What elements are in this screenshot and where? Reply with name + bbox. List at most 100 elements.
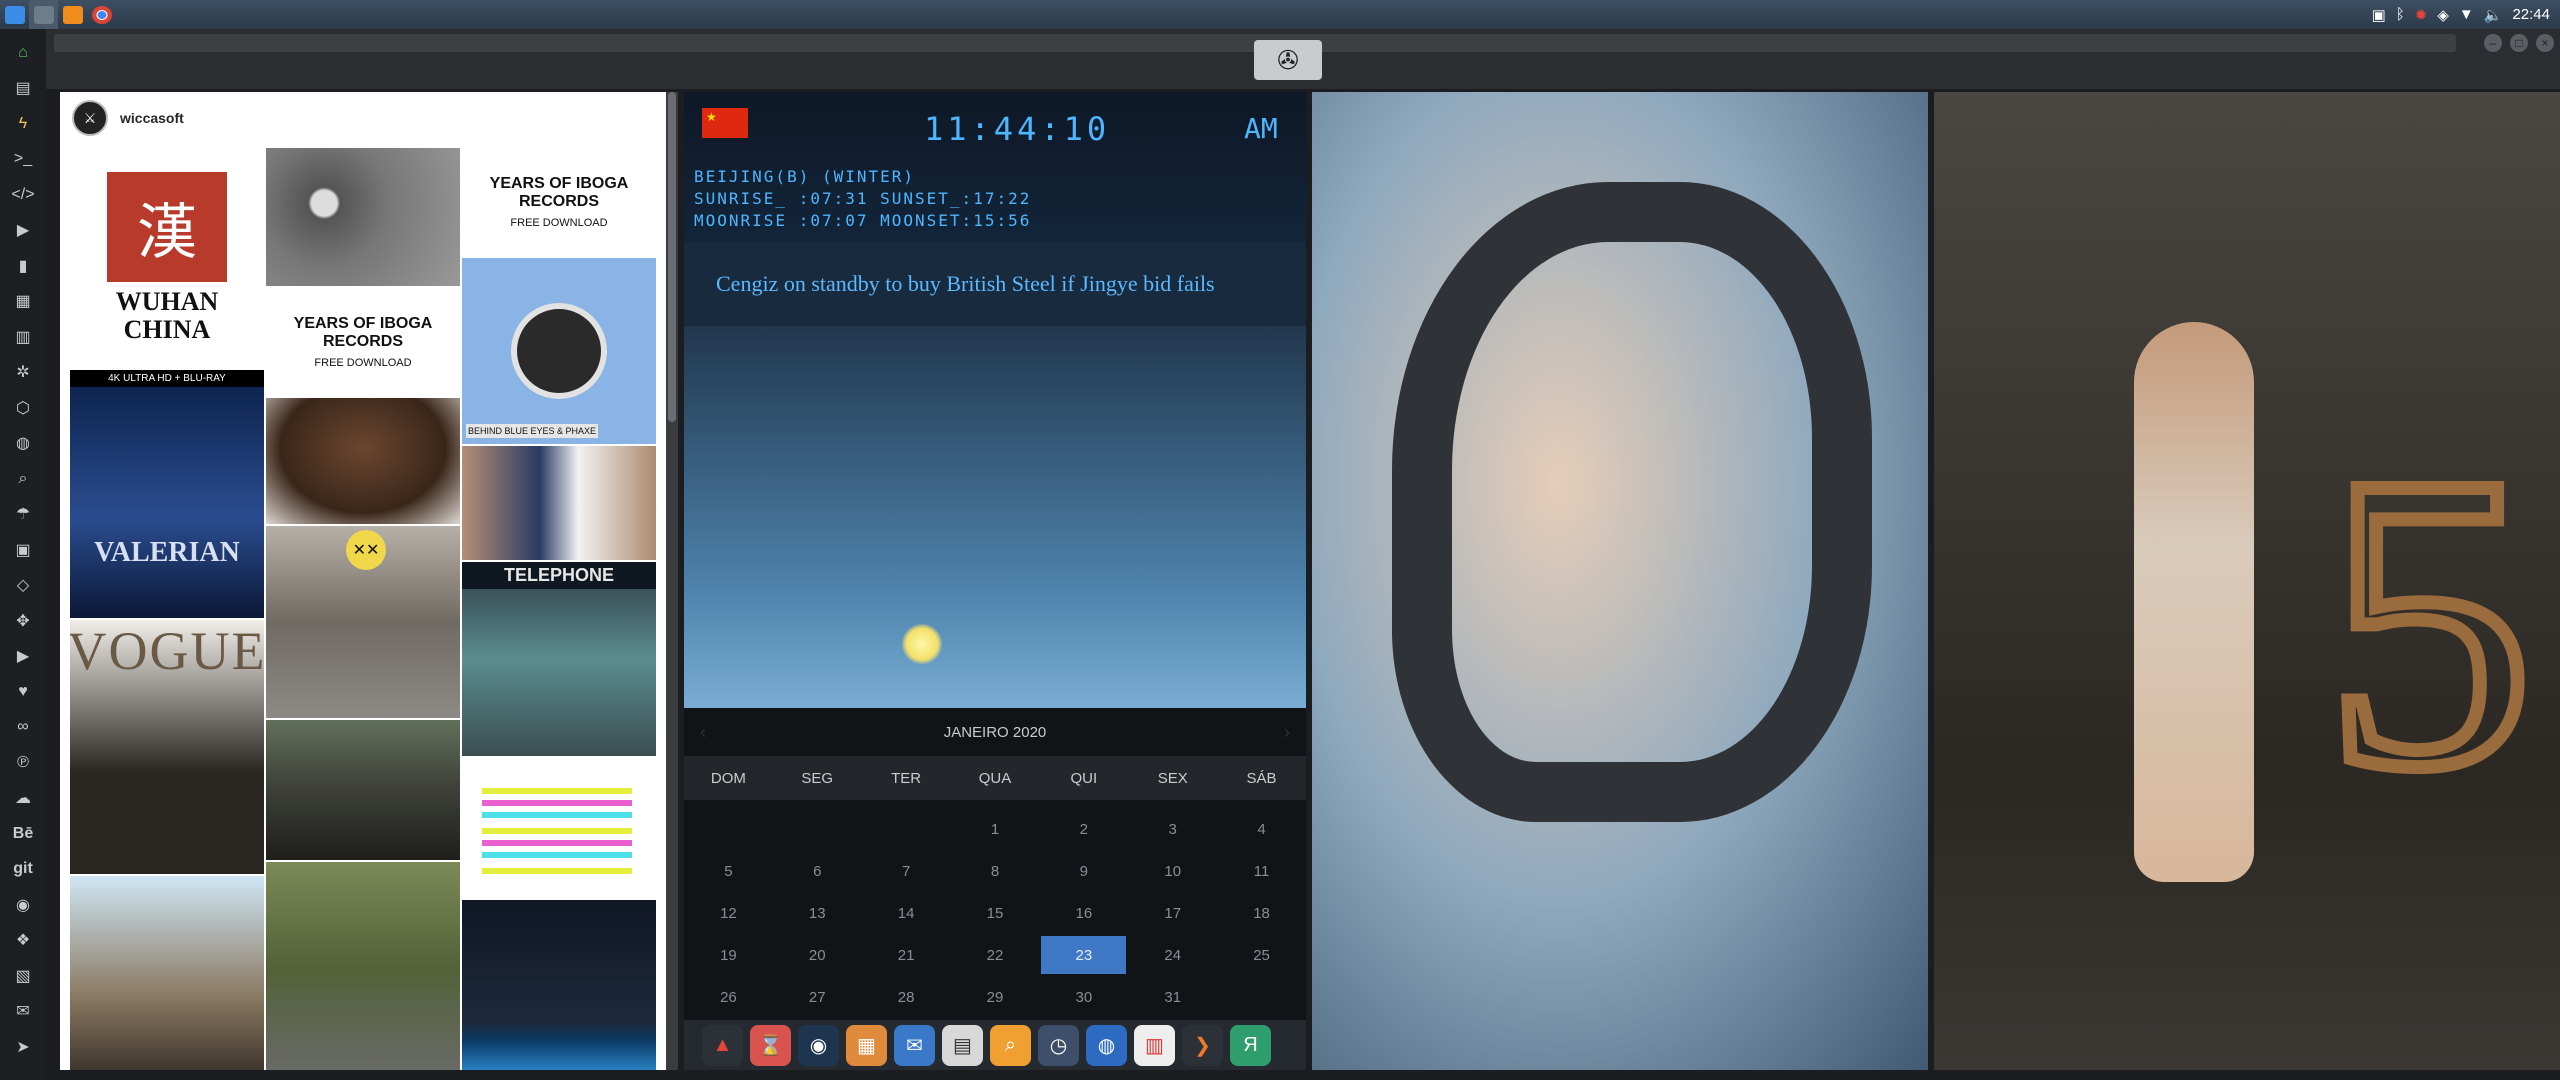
calendar-day[interactable]: 17 bbox=[1128, 892, 1217, 934]
prev-month-icon[interactable]: ‹ bbox=[700, 722, 706, 743]
github-icon[interactable]: ◉ bbox=[0, 887, 46, 923]
document-icon[interactable]: ▤ bbox=[0, 71, 46, 107]
calendar-day[interactable]: 6 bbox=[773, 850, 862, 892]
clock-text[interactable]: 22:44 bbox=[2512, 6, 2550, 23]
calendar-day[interactable]: 10 bbox=[1128, 850, 1217, 892]
globe-app-icon[interactable]: ◍ bbox=[1086, 1024, 1127, 1066]
hourglass-app-icon[interactable]: ⌛ bbox=[750, 1024, 791, 1066]
calendar-icon[interactable]: ▥ bbox=[0, 319, 46, 355]
feed-scrollbar[interactable] bbox=[666, 92, 678, 1070]
bolt-icon[interactable]: ϟ bbox=[0, 106, 46, 142]
post-biker-1[interactable] bbox=[70, 876, 264, 1070]
post-virus[interactable] bbox=[266, 148, 460, 286]
forward-app-icon[interactable]: ❯ bbox=[1182, 1024, 1223, 1066]
globe-icon[interactable]: ◍ bbox=[0, 426, 46, 462]
rebel-alliance-icon[interactable]: ✇ bbox=[1254, 40, 1322, 80]
calendar-day[interactable]: 31 bbox=[1128, 976, 1217, 1018]
dropbox-icon[interactable]: ◈ bbox=[2437, 6, 2449, 24]
post-iboga-1[interactable]: YEARS OF IBOGA RECORDS FREE DOWNLOAD bbox=[266, 288, 460, 396]
calendar-day[interactable]: 25 bbox=[1217, 934, 1306, 976]
map-icon[interactable]: ▧ bbox=[0, 958, 46, 994]
calendar-day[interactable]: 27 bbox=[773, 976, 862, 1018]
post-street[interactable]: ✕✕ bbox=[266, 526, 460, 718]
post-telephone[interactable]: TELEPHONE bbox=[462, 562, 656, 756]
maximize-button[interactable]: □ bbox=[2510, 34, 2528, 52]
calendar-day-today[interactable]: 23 bbox=[1041, 936, 1127, 974]
pinterest-icon[interactable]: ℗ bbox=[0, 745, 46, 781]
calendar-day[interactable]: 15 bbox=[951, 892, 1040, 934]
calendar-day[interactable]: 30 bbox=[1039, 976, 1128, 1018]
search-app-icon[interactable]: ⌕ bbox=[990, 1024, 1031, 1066]
yandex-app-icon[interactable]: Я bbox=[1230, 1024, 1271, 1066]
alert-icon[interactable]: ✹ bbox=[2415, 6, 2428, 24]
calendar-day[interactable]: 8 bbox=[951, 850, 1040, 892]
calendar-day[interactable]: 7 bbox=[862, 850, 951, 892]
calendar-app-icon[interactable]: ▥ bbox=[1134, 1024, 1175, 1066]
file-manager-launcher[interactable] bbox=[0, 0, 29, 29]
post-bezos[interactable] bbox=[462, 446, 656, 560]
calendar-day[interactable]: 4 bbox=[1217, 808, 1306, 850]
hexagon-icon[interactable]: ⬡ bbox=[0, 390, 46, 426]
calendar-day[interactable]: 2 bbox=[1039, 808, 1128, 850]
infinity-icon[interactable]: ∞ bbox=[0, 710, 46, 746]
calendar-day[interactable]: 12 bbox=[684, 892, 773, 934]
bluetooth-icon[interactable]: ᛒ bbox=[2396, 6, 2405, 23]
news-headline[interactable]: Cengiz on standby to buy British Steel i… bbox=[684, 242, 1306, 326]
cubes-icon[interactable]: ❖ bbox=[0, 923, 46, 959]
send-icon[interactable]: ➤ bbox=[0, 1029, 46, 1065]
clock-app-icon[interactable]: ◷ bbox=[1038, 1024, 1079, 1066]
chrome-launcher[interactable] bbox=[87, 0, 116, 29]
tag-icon[interactable]: ◇ bbox=[0, 568, 46, 604]
sublime-launcher[interactable] bbox=[58, 0, 87, 29]
photos-app-icon[interactable]: ▦ bbox=[846, 1024, 887, 1066]
gear-icon[interactable]: ✲ bbox=[0, 355, 46, 391]
post-motorbike[interactable] bbox=[266, 720, 460, 860]
wifi-icon[interactable]: ▼ bbox=[2459, 6, 2474, 23]
calendar-day[interactable]: 16 bbox=[1039, 892, 1128, 934]
post-wuhan[interactable]: 漢 WUHAN CHINA bbox=[70, 148, 264, 368]
screenshot-icon[interactable]: ▣ bbox=[2372, 6, 2386, 24]
mail-icon[interactable]: ✉ bbox=[0, 994, 46, 1030]
calendar-day[interactable]: 18 bbox=[1217, 892, 1306, 934]
calendar-day[interactable]: 29 bbox=[951, 976, 1040, 1018]
behance-icon[interactable]: Bē bbox=[0, 816, 46, 852]
play-icon[interactable]: ▶ bbox=[0, 213, 46, 249]
image-icon[interactable]: ▦ bbox=[0, 284, 46, 320]
minimize-button[interactable]: – bbox=[2484, 34, 2502, 52]
heart-icon[interactable]: ♥ bbox=[0, 674, 46, 710]
calendar-day[interactable]: 28 bbox=[862, 976, 951, 1018]
post-valerian[interactable]: 4K ULTRA HD + BLU-RAY VALERIAN bbox=[70, 370, 264, 618]
calendar-day[interactable]: 26 bbox=[684, 976, 773, 1018]
expand-icon[interactable]: ✥ bbox=[0, 603, 46, 639]
umbrella-icon[interactable]: ☂ bbox=[0, 497, 46, 533]
warning-app-icon[interactable]: ▲ bbox=[702, 1024, 743, 1066]
search-icon[interactable]: ⌕ bbox=[0, 461, 46, 497]
youtube-icon[interactable]: ▶ bbox=[0, 639, 46, 675]
calendar-day[interactable]: 20 bbox=[773, 934, 862, 976]
post-gantt-chart[interactable] bbox=[462, 758, 656, 898]
notes-app-icon[interactable]: ▤ bbox=[942, 1024, 983, 1066]
scrollbar-thumb[interactable] bbox=[668, 92, 676, 422]
post-rihanna[interactable] bbox=[266, 398, 460, 524]
calendar-day[interactable]: 24 bbox=[1128, 934, 1217, 976]
calendar-day[interactable]: 22 bbox=[951, 934, 1040, 976]
calendar-day[interactable]: 9 bbox=[1039, 850, 1128, 892]
post-chopper[interactable] bbox=[266, 862, 460, 1070]
post-iboga-2[interactable]: YEARS OF IBOGA RECORDS FREE DOWNLOAD bbox=[462, 148, 656, 256]
git-icon[interactable]: git bbox=[0, 852, 46, 888]
calendar-day[interactable]: 1 bbox=[951, 808, 1040, 850]
next-month-icon[interactable]: › bbox=[1284, 722, 1290, 743]
username[interactable]: wiccasoft bbox=[120, 110, 184, 126]
terminal-icon[interactable]: >_ bbox=[0, 142, 46, 178]
volume-icon[interactable]: 🔈 bbox=[2484, 6, 2503, 24]
contact-icon[interactable]: ▣ bbox=[0, 532, 46, 568]
post-night-sky[interactable] bbox=[462, 900, 656, 1070]
calendar-day[interactable]: 13 bbox=[773, 892, 862, 934]
calendar-day[interactable]: 5 bbox=[684, 850, 773, 892]
planet-app-icon[interactable]: ◉ bbox=[798, 1024, 839, 1066]
calendar-day[interactable]: 14 bbox=[862, 892, 951, 934]
home-icon[interactable]: ⌂ bbox=[0, 35, 46, 71]
cloud-icon[interactable]: ☁ bbox=[0, 781, 46, 817]
post-blue-eyes[interactable]: BEHIND BLUE EYES & PHAXE bbox=[462, 258, 656, 444]
calendar-day[interactable]: 3 bbox=[1128, 808, 1217, 850]
